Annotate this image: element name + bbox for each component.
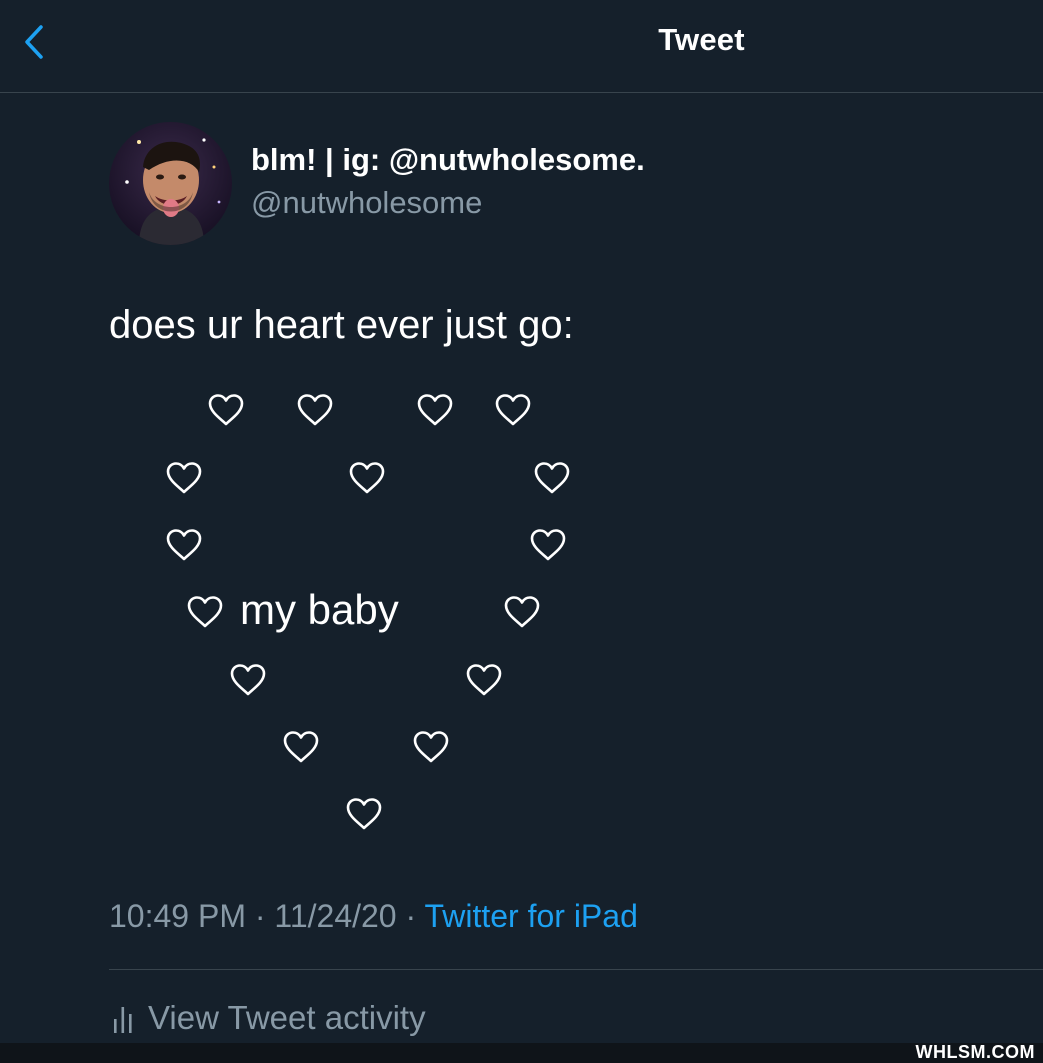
heart-outline-icon xyxy=(533,461,571,495)
divider xyxy=(109,969,1043,970)
heart-outline-icon xyxy=(416,393,454,427)
tweet-date: 11/24/20 xyxy=(274,898,397,934)
bottom-strip xyxy=(0,1043,1043,1063)
heart-outline-icon xyxy=(296,393,334,427)
bar-chart-icon xyxy=(114,1007,132,1033)
view-tweet-activity-button[interactable]: View Tweet activity xyxy=(112,998,426,1038)
meta-separator: · xyxy=(405,898,417,934)
avatar[interactable] xyxy=(109,122,232,245)
heart-outline-icon xyxy=(529,528,567,562)
heart-outline-icon xyxy=(165,528,203,562)
author-handle[interactable]: @nutwholesome xyxy=(251,185,482,221)
top-navigation-bar: Tweet xyxy=(0,0,1043,93)
heart-outline-icon xyxy=(503,595,541,629)
heart-outline-icon xyxy=(229,663,267,697)
heart-outline-icon xyxy=(345,797,383,831)
watermark: WHLSM.COM xyxy=(915,1042,1035,1062)
heart-center-text: my baby xyxy=(240,586,399,633)
heart-outline-icon xyxy=(282,730,320,764)
heart-outline-icon xyxy=(412,730,450,764)
heart-outline-icon xyxy=(465,663,503,697)
page-title: Tweet xyxy=(658,22,745,57)
tweet-text: does ur heart ever just go: xyxy=(109,303,574,347)
heart-outline-icon xyxy=(165,461,203,495)
meta-separator: · xyxy=(254,898,266,934)
tweet-time: 10:49 PM xyxy=(109,898,246,934)
heart-outline-icon xyxy=(207,393,245,427)
tweet-metadata: 10:49 PM · 11/24/20 · Twitter for iPad xyxy=(109,898,638,935)
tweet-source-link[interactable]: Twitter for iPad xyxy=(424,898,637,934)
heart-outline-icon xyxy=(494,393,532,427)
view-tweet-activity-label: View Tweet activity xyxy=(148,999,426,1036)
heart-outline-icon xyxy=(186,595,224,629)
author-display-name[interactable]: blm! | ig: @nutwholesome. xyxy=(251,142,645,178)
heart-outline-icon xyxy=(348,461,386,495)
